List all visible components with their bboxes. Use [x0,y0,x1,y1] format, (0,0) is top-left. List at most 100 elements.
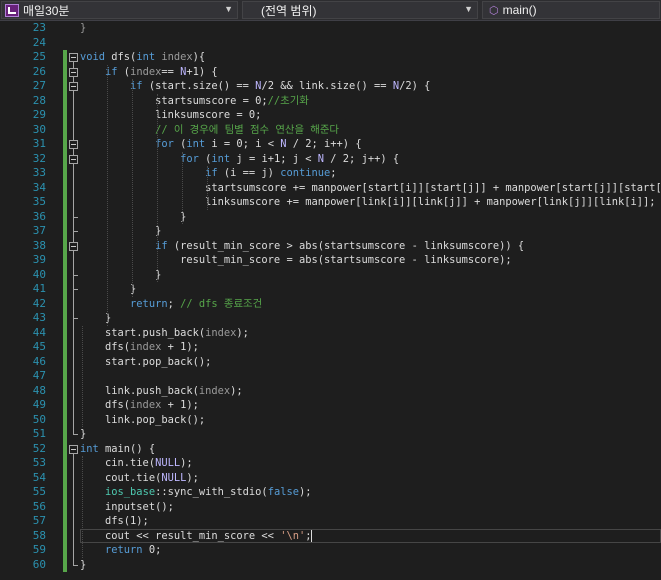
code-token: + 1); [161,341,199,353]
code-token: dfs(1); [80,515,149,527]
code-line[interactable]: } [80,21,661,36]
collapse-icon[interactable] [69,82,78,91]
code-line[interactable]: ios_base::sync_with_stdio(false); [80,485,661,500]
line-number: 56 [32,499,46,513]
code-token: ( [198,152,212,165]
code-token: cout.tie( [80,471,162,484]
code-token: start.pop_back(); [80,355,212,368]
code-line[interactable]: dfs(1); [80,514,661,529]
code-line[interactable]: return; // dfs 종료조건 [80,297,661,312]
chevron-down-icon[interactable]: ▼ [224,4,233,14]
code-line[interactable]: inputset(); [80,500,661,515]
code-text-area[interactable]: } void dfs(int index){ if (index== N+1) {… [80,21,661,572]
line-number: 32 [32,151,46,165]
code-line[interactable]: linksumscore = 0; [80,108,661,123]
code-token: ( [117,65,131,78]
line-number: 26 [32,64,46,78]
code-line[interactable] [80,36,661,51]
code-line[interactable]: start.push_back(index); [80,326,661,341]
project-dropdown[interactable]: 매일30분 ▼ [1,1,238,19]
code-line[interactable]: cout.tie(NULL); [80,471,661,486]
code-token: } [80,210,187,223]
collapse-icon[interactable] [69,154,78,164]
code-line[interactable]: startsumscore += manpower[start[i]][star… [80,181,661,196]
code-line[interactable]: } [80,210,661,225]
code-token: cin.tie( [80,457,156,469]
code-line[interactable]: } [80,558,661,573]
line-number: 35 [32,195,46,208]
code-token: (i == j) [217,167,281,179]
code-line[interactable]: } [80,224,661,239]
indent-guide [157,93,158,282]
code-line[interactable]: } [80,427,661,442]
code-token: startsumscore += manpower[start[i]][star… [80,181,661,194]
code-line[interactable]: startsumscore = 0;//초기화 [80,94,661,109]
code-line[interactable]: start.pop_back(); [80,355,661,370]
code-line[interactable]: int main() { [80,442,661,457]
code-line[interactable]: return 0; [80,543,661,558]
code-line[interactable]: if (result_min_score > abs(startsumscore… [80,239,661,254]
code-line[interactable]: link.pop_back(); [80,413,661,428]
code-line[interactable]: if (index== N+1) { [80,65,661,80]
code-token: int [80,442,99,455]
collapse-icon[interactable] [69,140,78,149]
scope-dropdown[interactable]: (전역 범위) ▼ [242,1,478,19]
indent-guide [107,64,108,326]
code-line[interactable]: } [80,311,661,326]
collapse-icon[interactable] [69,67,78,77]
code-token: 0; [142,544,162,556]
line-number: 57 [32,514,46,527]
code-token: ){ [192,51,206,63]
code-line[interactable]: } [80,282,661,297]
code-line[interactable]: linksumscore += manpower[link[i]][link[j… [80,195,661,210]
line-number: 30 [32,122,46,136]
line-number: 38 [32,238,46,252]
collapse-icon[interactable] [69,241,78,251]
code-token: == [161,65,181,78]
code-line[interactable]: // 이 경우에 팀별 점수 연산을 해준다 [80,123,661,138]
line-number: 33 [32,166,46,179]
code-line[interactable]: dfs(index + 1); [80,340,661,355]
code-token: /2) { [399,80,431,92]
code-token: } [80,428,87,440]
collapse-icon[interactable] [69,444,78,454]
line-number: 59 [32,543,46,556]
code-token: index [130,65,162,78]
line-number: 41 [32,282,46,295]
text-caret [311,529,313,542]
outline-end [73,564,78,566]
code-editor[interactable]: 23 24 25 26 27 28 29 30 31 32 33 34 35 36 37 38 39 40 41 42… [0,21,661,580]
code-token: / 2; i++) { [286,138,362,150]
code-line[interactable]: cout << result_min_score << '\n'; [80,528,661,543]
code-token: } [80,22,87,34]
collapse-icon[interactable] [69,53,78,62]
code-token: int [136,51,156,63]
code-line[interactable] [80,369,661,384]
code-line[interactable]: link.push_back(index); [80,384,661,399]
code-token: ); [236,326,249,339]
code-line[interactable]: dfs(index + 1); [80,398,661,413]
code-line[interactable]: for (int i = 0; i < N / 2; i++) { [80,137,661,152]
code-line[interactable]: for (int j = i+1; j < N / 2; j++) { [80,152,661,167]
line-number: 31 [32,137,46,150]
code-token: void [80,51,106,63]
code-line[interactable]: } [80,268,661,283]
code-token: +1) { [186,65,218,78]
code-token: linksumscore += manpower[link[i]][link[j… [80,196,656,208]
chevron-down-icon[interactable]: ▼ [464,4,473,14]
code-line[interactable]: cin.tie(NULL); [80,456,661,471]
scope-label: (전역 범위) [261,3,317,18]
indent-guide [132,79,133,297]
code-line[interactable]: void dfs(int index){ [80,50,661,65]
code-line[interactable]: if (start.size() == N/2 && link.size() =… [80,79,661,94]
code-line[interactable]: result_min_score = abs(startsumscore - l… [80,253,661,268]
outline-end [73,216,78,218]
line-number: 51 [32,427,46,440]
member-dropdown[interactable]: ⬡ main() [482,1,660,19]
code-line[interactable]: if (i == j) continue; [80,166,661,181]
